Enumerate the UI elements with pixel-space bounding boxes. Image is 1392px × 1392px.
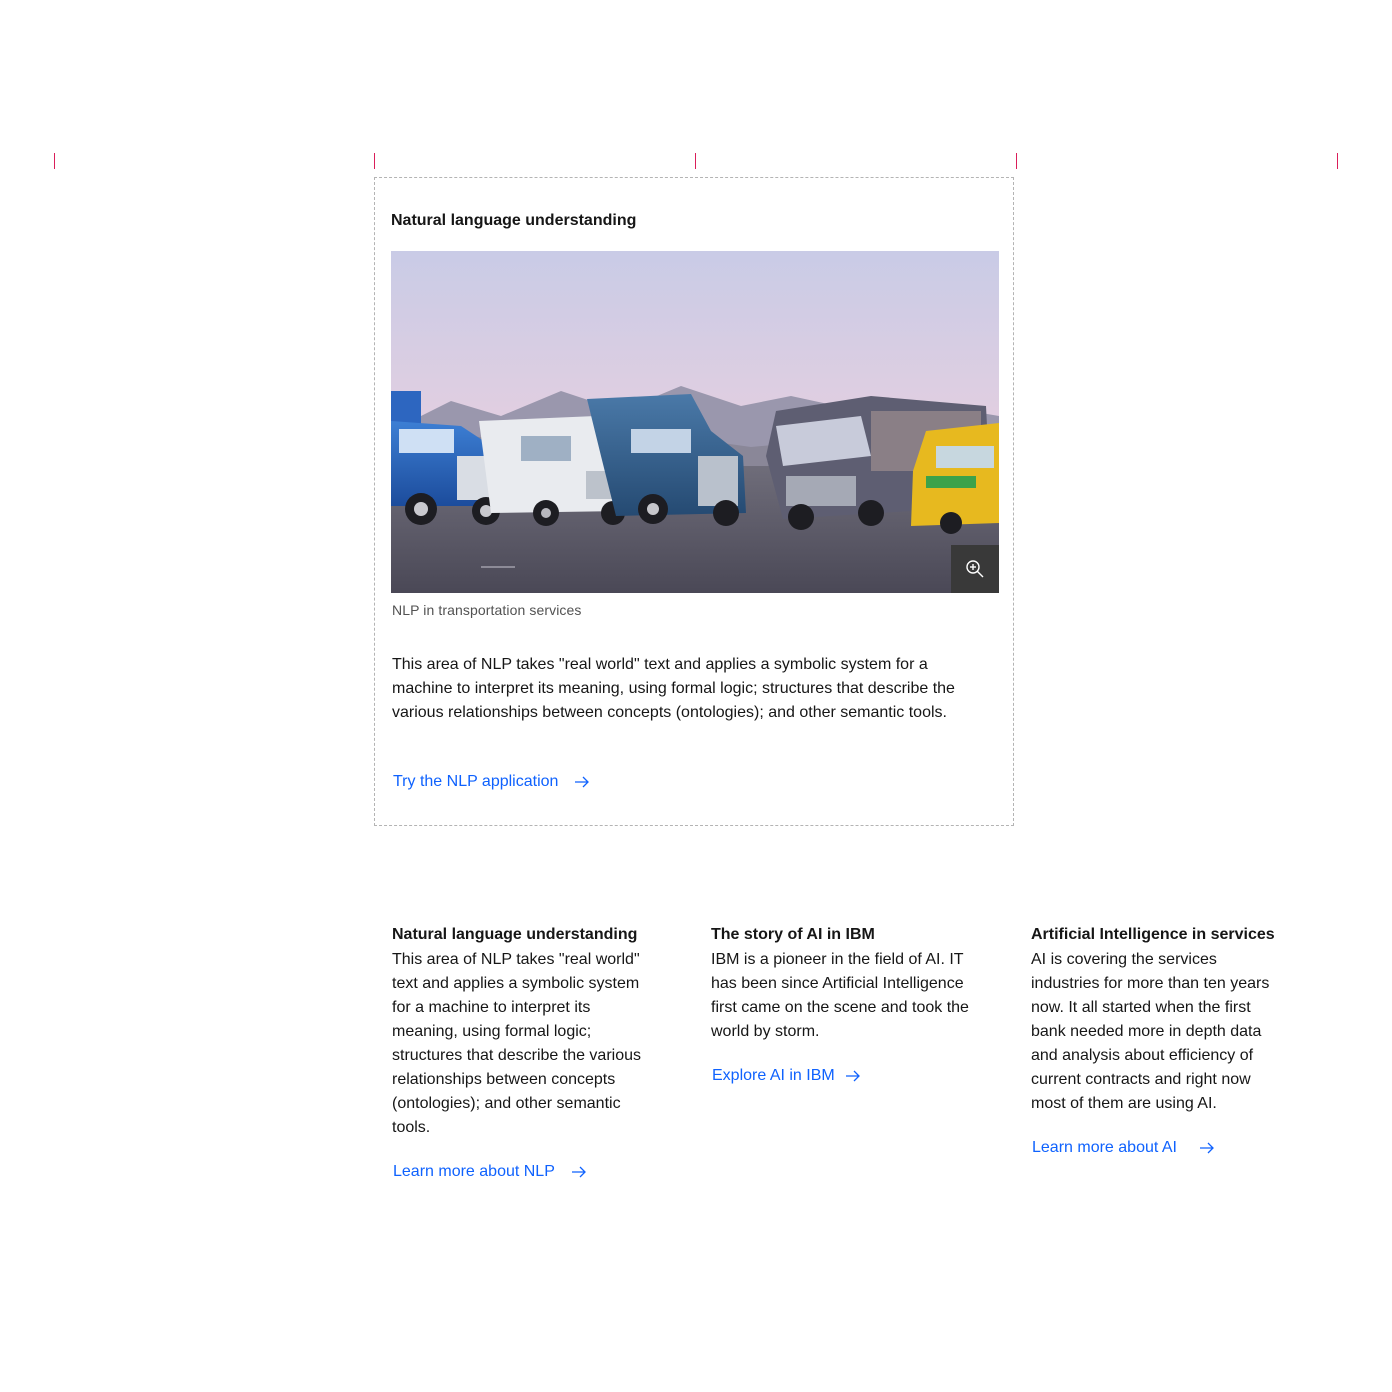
feature-body: This area of NLP takes "real world" text… xyxy=(392,656,955,721)
link-label: Explore AI in IBM xyxy=(712,1067,835,1084)
content-column-services: Artificial Intelligence in services AI i… xyxy=(1031,924,1281,1157)
arrow-right-icon xyxy=(575,776,590,788)
content-column-nlp: Natural language understanding This area… xyxy=(392,924,652,1181)
arrow-right-icon xyxy=(571,1166,586,1178)
arrow-right-icon xyxy=(1199,1142,1214,1154)
zoom-in-icon xyxy=(966,560,984,578)
grid-guide-2 xyxy=(374,153,375,169)
grid-guide-1 xyxy=(54,153,55,169)
column-title: Natural language understanding xyxy=(392,926,638,943)
grid-guide-3 xyxy=(695,153,696,169)
try-nlp-link-label: Try the NLP application xyxy=(393,773,559,790)
grid-guide-4 xyxy=(1016,153,1017,169)
column-title: Artificial Intelligence in services xyxy=(1031,926,1275,943)
explore-ai-link[interactable]: Explore AI in IBM xyxy=(712,1067,971,1085)
zoom-button[interactable] xyxy=(951,545,999,593)
column-body: IBM is a pioneer in the field of AI. IT … xyxy=(711,951,969,1040)
feature-title: Natural language understanding xyxy=(391,212,637,229)
content-column-ibm: The story of AI in IBM IBM is a pioneer … xyxy=(711,924,971,1085)
image-caption: NLP in transportation services xyxy=(392,602,582,618)
try-nlp-link[interactable]: Try the NLP application xyxy=(393,773,590,791)
column-title: The story of AI in IBM xyxy=(711,926,875,943)
grid-guide-5 xyxy=(1337,153,1338,169)
vehicles-photo xyxy=(391,251,999,593)
arrow-right-icon xyxy=(845,1070,860,1082)
link-label: Learn more about NLP xyxy=(393,1163,555,1180)
column-body: AI is covering the services industries f… xyxy=(1031,951,1270,1112)
feature-image xyxy=(391,251,999,593)
feature-card: Natural language understanding NLP in tr… xyxy=(374,177,1014,826)
link-label: Learn more about AI xyxy=(1032,1139,1177,1156)
column-body: This area of NLP takes "real world" text… xyxy=(392,951,642,1136)
learn-more-nlp-link[interactable]: Learn more about NLP xyxy=(393,1163,652,1181)
learn-more-ai-link[interactable]: Learn more about AI xyxy=(1032,1139,1281,1157)
